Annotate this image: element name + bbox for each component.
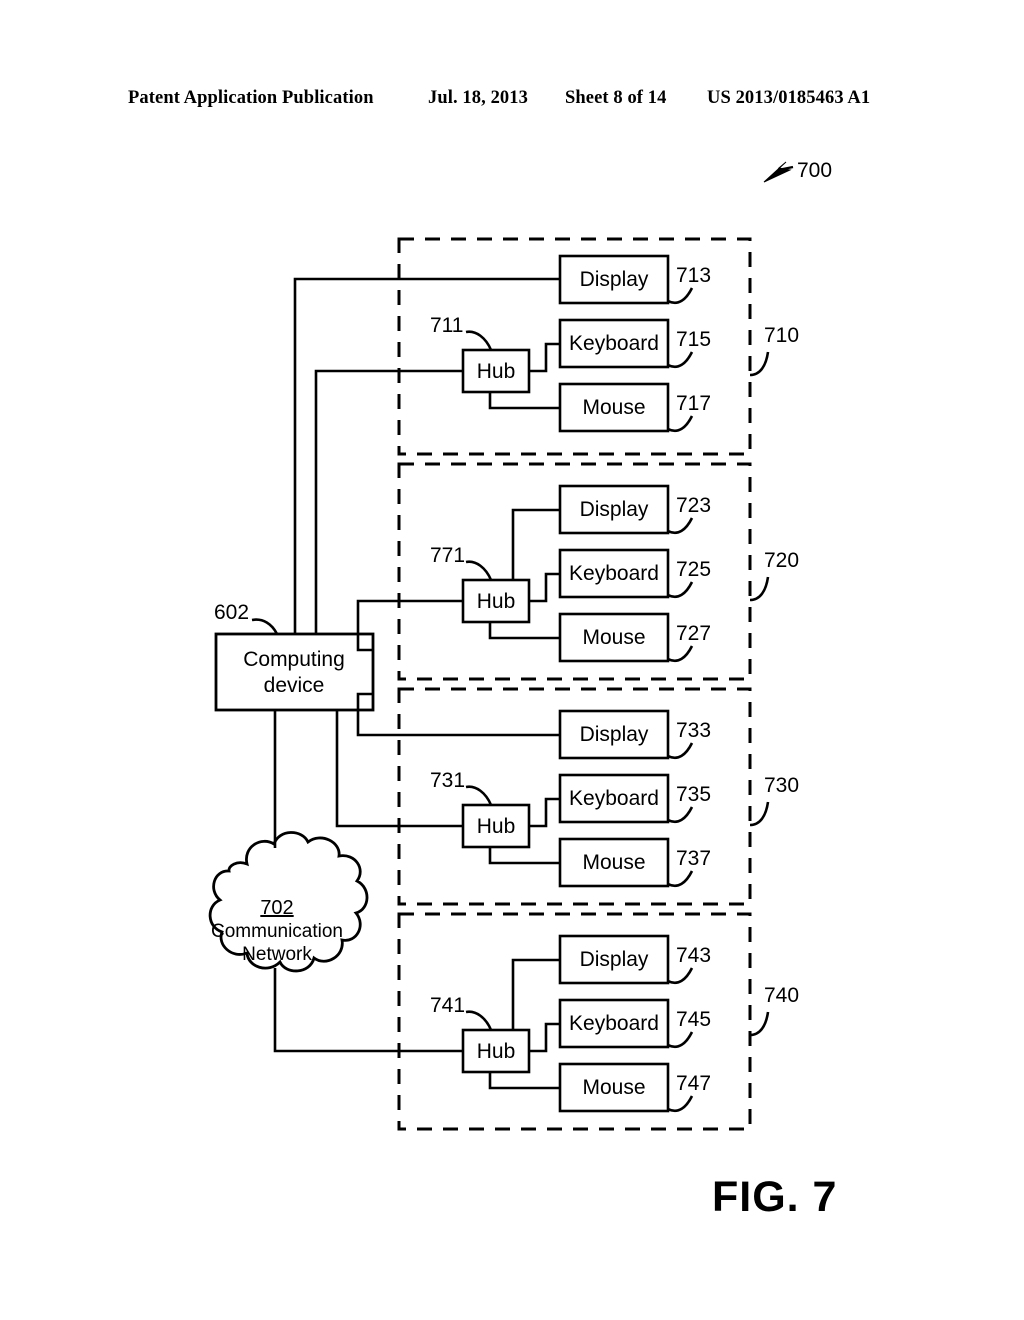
ref-720: 720 xyxy=(764,549,799,572)
communication-network-cloud-702: 702 Communication Network xyxy=(208,831,369,973)
ref-743: 743 xyxy=(676,944,711,967)
overall-ref-700-label: 700 xyxy=(797,159,832,182)
patent-figure-diagram: 700 Display 713 Hub 711 Keyboard 715 Mou… xyxy=(208,159,832,1131)
ref-737: 737 xyxy=(676,847,711,870)
leader-735 xyxy=(667,806,694,824)
hub-label-741: Hub xyxy=(477,1040,516,1063)
leader-723 xyxy=(667,517,694,535)
leader-743 xyxy=(667,967,694,985)
ref-745: 745 xyxy=(676,1008,711,1031)
leader-731 xyxy=(465,785,493,806)
hub-label-711: Hub xyxy=(477,360,516,383)
keyboard-label-725: Keyboard xyxy=(569,562,659,585)
ref-725: 725 xyxy=(676,558,711,581)
ref-717: 717 xyxy=(676,392,711,415)
leader-725 xyxy=(667,581,694,599)
group-710: Display 713 Hub 711 Keyboard 715 Mouse 7… xyxy=(397,237,799,456)
ref-602: 602 xyxy=(214,601,249,624)
leader-710 xyxy=(749,351,770,377)
mouse-label-737: Mouse xyxy=(582,851,645,874)
wire-hub731-keyboard735 xyxy=(529,797,560,828)
computing-device-label-line1: Computing xyxy=(243,648,345,671)
group-720: Display 723 Hub 771 Keyboard 725 Mouse 7… xyxy=(397,462,799,681)
wire-hub711-keyboard715 xyxy=(529,342,560,373)
ref-747: 747 xyxy=(676,1072,711,1095)
wire-hub771-mouse727 xyxy=(488,622,560,640)
keyboard-label-745: Keyboard xyxy=(569,1012,659,1035)
leader-715 xyxy=(667,351,694,369)
group-740: Display 743 Hub 741 Keyboard 745 Mouse 7… xyxy=(397,912,799,1131)
group-730: Display 733 Hub 731 Keyboard 735 Mouse 7… xyxy=(397,687,799,906)
leader-747 xyxy=(667,1095,694,1113)
leader-740 xyxy=(749,1011,770,1037)
computing-device-602: Computing device 602 xyxy=(214,601,375,712)
wire-hub771-keyboard725 xyxy=(529,572,560,603)
wire-hub741-keyboard745 xyxy=(529,1022,560,1053)
cloud-ref-702: 702 xyxy=(260,897,293,919)
display-label-713: Display xyxy=(580,268,649,291)
display-label-733: Display xyxy=(580,723,649,746)
leader-745 xyxy=(667,1031,694,1049)
leader-730 xyxy=(749,801,770,827)
ref-715: 715 xyxy=(676,328,711,351)
mouse-label-747: Mouse xyxy=(582,1076,645,1099)
ref-723: 723 xyxy=(676,494,711,517)
wire-hub741-display743 xyxy=(511,958,560,1030)
ref-730: 730 xyxy=(764,774,799,797)
ref-733: 733 xyxy=(676,719,711,742)
ref-731: 731 xyxy=(430,769,465,792)
hub-label-731: Hub xyxy=(477,815,516,838)
ref-771: 771 xyxy=(430,544,465,567)
ref-710: 710 xyxy=(764,324,799,347)
keyboard-label-715: Keyboard xyxy=(569,332,659,355)
computing-device-label-line2: device xyxy=(264,674,325,697)
cloud-label-line1: Communication xyxy=(211,921,343,942)
leader-711 xyxy=(465,330,493,351)
cloud-label-line2: Network xyxy=(242,944,312,965)
leader-720 xyxy=(749,576,770,602)
mouse-label-717: Mouse xyxy=(582,396,645,419)
leader-737 xyxy=(667,870,694,888)
wire-hub731-mouse737 xyxy=(488,847,560,865)
hub-label-771: Hub xyxy=(477,590,516,613)
computing-device-box xyxy=(214,632,375,712)
ref-741: 741 xyxy=(430,994,465,1017)
wire-computing-to-display733 xyxy=(356,692,560,737)
ref-735: 735 xyxy=(676,783,711,806)
wire-hub711-mouse717 xyxy=(488,392,560,410)
mouse-label-727: Mouse xyxy=(582,626,645,649)
ref-711: 711 xyxy=(430,314,463,337)
leader-717 xyxy=(667,415,694,433)
ref-713: 713 xyxy=(676,264,711,287)
keyboard-label-735: Keyboard xyxy=(569,787,659,810)
leader-727 xyxy=(667,645,694,663)
leader-741 xyxy=(465,1010,493,1031)
leader-733 xyxy=(667,742,694,760)
wire-computing-to-hub711 xyxy=(314,369,463,634)
leader-771 xyxy=(465,560,493,581)
ref-727: 727 xyxy=(676,622,711,645)
display-label-743: Display xyxy=(580,948,649,971)
wire-hub771-display723 xyxy=(511,508,560,580)
ref-740: 740 xyxy=(764,984,799,1007)
overall-ref-700-pointer xyxy=(763,161,794,183)
wire-hub741-mouse747 xyxy=(488,1072,560,1090)
display-label-723: Display xyxy=(580,498,649,521)
leader-602 xyxy=(251,618,279,635)
figure-caption: FIG. 7 xyxy=(712,1173,838,1221)
leader-713 xyxy=(667,287,694,305)
